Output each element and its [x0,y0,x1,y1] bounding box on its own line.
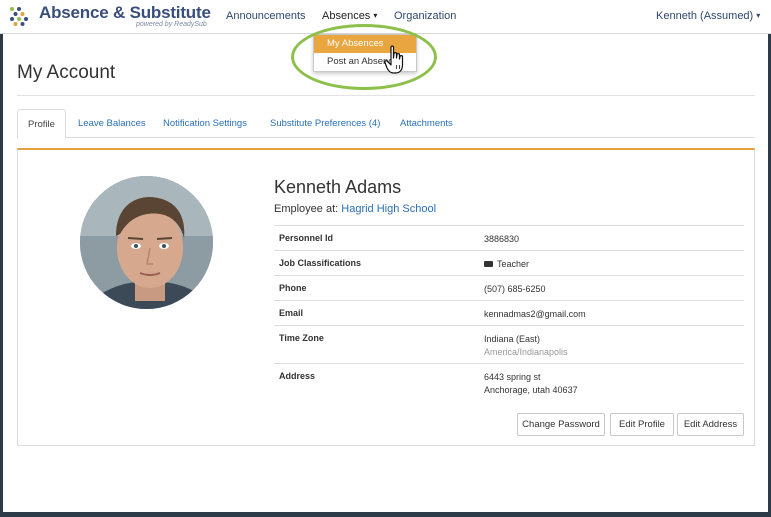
table-row: Email kennadmas2@gmail.com [274,300,744,325]
field-value: Indiana (East) America/Indianapolis [484,333,568,359]
avatar [80,176,213,309]
address-line-1: 6443 spring st [484,372,541,382]
address-line-2: Anchorage, utah 40637 [484,385,578,395]
tab-notification-settings[interactable]: Notification Settings [163,109,247,138]
tab-attachments[interactable]: Attachments [400,109,453,138]
field-label: Phone [279,283,307,293]
top-navbar: Absence & Substitute powered by ReadySub… [0,0,771,34]
account-tabs: Profile Leave Balances Notification Sett… [17,109,755,139]
table-row: Job Classifications Teacher [274,250,744,275]
table-row: Personnel Id 3886830 [274,225,744,250]
tab-substitute-preferences[interactable]: Substitute Preferences (4) [270,109,380,138]
page-title: My Account [17,62,116,83]
table-row: Address 6443 spring st Anchorage, utah 4… [274,363,744,401]
time-zone-sub: America/Indianapolis [484,347,568,357]
field-label: Job Classifications [279,258,362,268]
change-password-button[interactable]: Change Password [517,413,605,436]
field-value: (507) 685-6250 [484,284,546,294]
table-row: Phone (507) 685-6250 [274,275,744,300]
employee-line: Employee at: Hagrid High School [274,203,436,215]
field-label: Email [279,308,304,318]
hand-pointer-icon [384,45,404,74]
nav-announcements[interactable]: Announcements [226,10,306,22]
profile-details: Personnel Id 3886830 Job Classifications… [274,225,744,401]
edit-address-button[interactable]: Edit Address [677,413,744,436]
tab-profile[interactable]: Profile [17,109,66,139]
divider [17,95,755,96]
brand-logo[interactable]: Absence & Substitute powered by ReadySub [8,3,211,31]
field-label: Time Zone [279,333,324,343]
user-menu[interactable]: Kenneth (Assumed) ▾ [656,10,760,22]
employee-label: Employee at: [274,203,339,215]
job-classification: Teacher [497,259,530,269]
profile-panel: Kenneth Adams Employee at: Hagrid High S… [17,148,755,446]
nav-organization[interactable]: Organization [394,10,456,22]
main-content: My Account Profile Leave Balances Notifi… [3,34,768,512]
field-label: Address [279,371,316,381]
user-menu-label: Kenneth (Assumed) [656,10,754,22]
nav-absences-label: Absences [322,10,371,22]
field-value: 3886830 [484,234,520,244]
briefcase-icon [484,261,493,267]
edit-profile-button[interactable]: Edit Profile [610,413,674,436]
field-value: 6443 spring st Anchorage, utah 40637 [484,371,578,397]
tab-leave-balances[interactable]: Leave Balances [78,109,146,138]
caret-down-icon: ▾ [373,11,378,20]
table-row: Time Zone Indiana (East) America/Indiana… [274,325,744,363]
field-value: Teacher [484,258,529,271]
nav-absences[interactable]: Absences ▾ [322,10,377,22]
school-link[interactable]: Hagrid High School [341,203,436,215]
caret-down-icon: ▾ [756,11,761,20]
profile-name: Kenneth Adams [274,177,402,197]
profile-photo [80,176,213,309]
logo-dots-icon [10,7,28,26]
time-zone-value: Indiana (East) [484,334,541,344]
brand-tagline: powered by ReadySub [136,21,207,28]
field-label: Personnel Id [279,233,334,243]
field-value: kennadmas2@gmail.com [484,309,586,319]
brand-name: Absence & Substitute [39,3,211,22]
